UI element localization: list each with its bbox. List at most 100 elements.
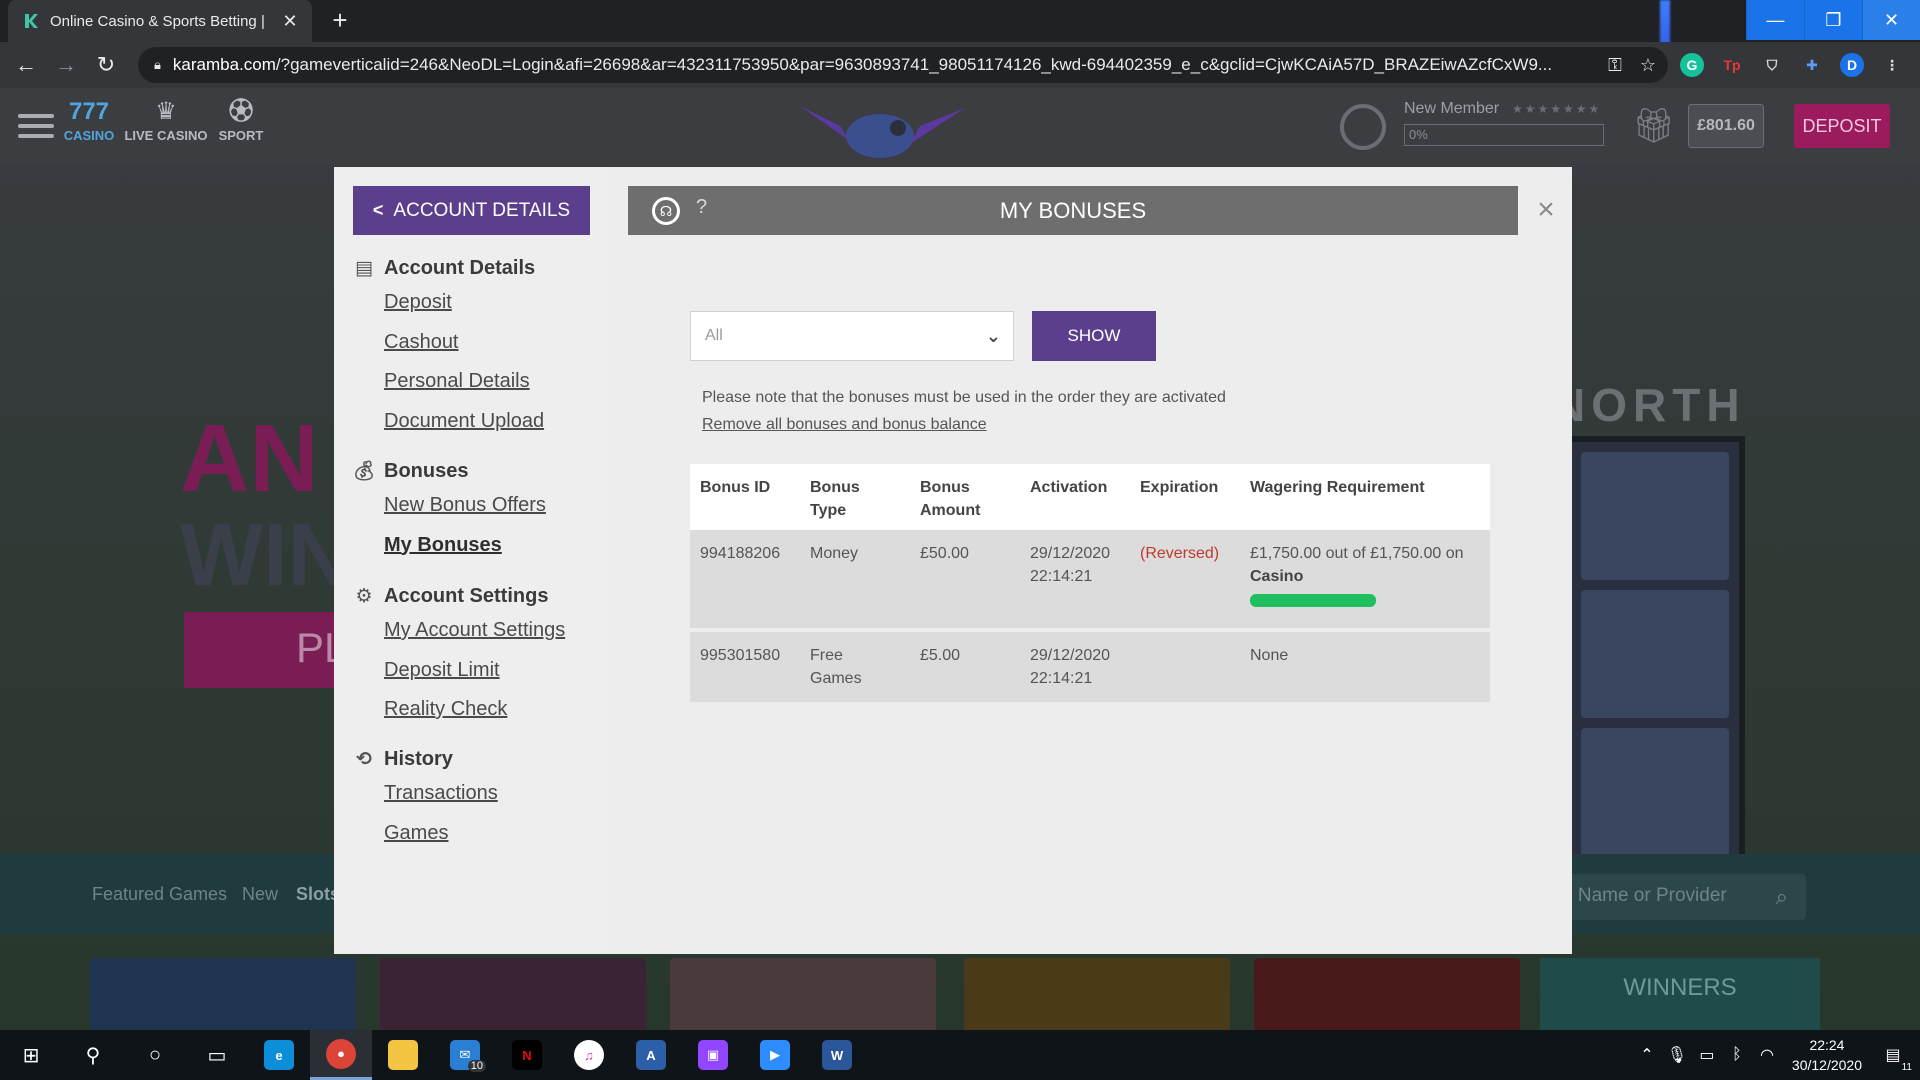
nav-casino[interactable]: 777 CASINO	[62, 96, 116, 143]
clock-date: 30/12/2020	[1791, 1057, 1862, 1073]
game-thumbnail[interactable]	[380, 958, 646, 1030]
window-controls: — ❐ ✕	[1746, 0, 1920, 40]
browser-menu-icon[interactable]: ⋮	[1880, 53, 1904, 77]
expiration-status: (Reversed)	[1140, 545, 1220, 562]
sidebar-link-new-bonus-offers[interactable]: New Bonus Offers	[384, 486, 546, 526]
back-arrow-icon[interactable]: ←	[12, 51, 40, 79]
profile-avatar[interactable]: D	[1840, 53, 1864, 77]
nav-sport[interactable]: ⚽︎ SPORT	[216, 96, 266, 143]
taskbar-edge[interactable]: e	[248, 1030, 310, 1080]
taskbar-clock[interactable]: 22:24 30/12/2020	[1792, 1035, 1862, 1075]
url-omnibox[interactable]: 🔒︎ karamba.com/?gameverticalid=246&NeoDL…	[138, 47, 1668, 83]
microphone-icon[interactable]: 🎙︎	[1662, 1045, 1692, 1065]
search-icon[interactable]: ⌕	[1776, 884, 1788, 910]
hamburger-menu-icon[interactable]	[18, 114, 54, 144]
bonuses-table: Bonus ID Bonus Type Bonus Amount Activat…	[690, 464, 1490, 702]
taskbar-zoom[interactable]: ▶	[744, 1030, 806, 1080]
sidebar-link-reality-check[interactable]: Reality Check	[384, 690, 565, 730]
sidebar-link-document-upload[interactable]: Document Upload	[384, 402, 544, 442]
sidebar-link-games[interactable]: Games	[384, 814, 498, 854]
system-tray: ⌃ 🎙︎ ▭ ᛒ ◠ 22:24 30/12/2020 ▤ 11	[1632, 1030, 1920, 1080]
notification-badge: 11	[1901, 1062, 1912, 1073]
slot-reel-image	[1565, 436, 1745, 866]
windows-start-icon[interactable]: ⊞	[0, 1030, 62, 1080]
sidebar-link-cashout[interactable]: Cashout	[384, 323, 544, 363]
game-thumbnail[interactable]	[1254, 958, 1520, 1030]
chevron-up-icon[interactable]: ⌃	[1632, 1045, 1662, 1065]
sidebar-link-my-bonuses[interactable]: My Bonuses	[384, 526, 546, 566]
key-icon[interactable]: ⚿	[1608, 55, 1622, 76]
gift-icon[interactable]: 🎁︎	[1632, 106, 1675, 146]
account-sidebar: < ACCOUNT DETAILS ▤ Account Details Depos…	[334, 167, 610, 954]
extensions-puzzle-icon[interactable]: ✚	[1800, 53, 1824, 77]
wifi-icon[interactable]: ◠	[1752, 1045, 1782, 1065]
restore-icon[interactable]: ❐	[1804, 0, 1862, 40]
reload-icon[interactable]: ↻	[92, 51, 120, 79]
parrot-logo-icon[interactable]	[780, 96, 980, 166]
modal-close-icon[interactable]: ×	[1530, 195, 1562, 227]
chrome-icon: ●	[326, 1038, 356, 1069]
forward-arrow-icon[interactable]: →	[52, 51, 80, 79]
section-heading: Account Details	[384, 256, 536, 279]
shield-extension-icon[interactable]: ⛉	[1760, 53, 1784, 77]
game-thumbnail[interactable]	[670, 958, 936, 1030]
bookmark-star-icon[interactable]: ☆	[1640, 55, 1656, 76]
tab-close-icon[interactable]: ✕	[280, 11, 300, 32]
game-thumbnail[interactable]	[964, 958, 1230, 1030]
sidebar-link-deposit[interactable]: Deposit	[384, 283, 544, 323]
taskbar-mail[interactable]: ✉ 10	[434, 1030, 496, 1080]
column-header: Activation	[1030, 479, 1108, 496]
winners-button[interactable]: WINNERS	[1540, 958, 1820, 1030]
id-card-icon: ▤	[355, 257, 373, 279]
sidebar-link-my-account-settings[interactable]: My Account Settings	[384, 611, 565, 651]
activation-date: 29/12/2020	[1030, 545, 1111, 562]
url-path: /?gameverticalid=246&NeoDL=Login&afi=266…	[275, 55, 1553, 74]
taskbar-word[interactable]: W	[806, 1030, 868, 1080]
remove-bonuses-link[interactable]: Remove all bonuses and bonus balance	[702, 416, 987, 434]
search-icon[interactable]: ⚲	[62, 1030, 124, 1080]
help-question-icon[interactable]: ?	[696, 196, 707, 219]
gear-icon: ⚙	[355, 585, 373, 607]
taskbar-itunes[interactable]: ♫	[558, 1030, 620, 1080]
activation-cell: 29/12/2020 22:14:21	[1020, 632, 1130, 702]
nav-live-casino[interactable]: ♛ LIVE CASINO	[124, 96, 208, 143]
tab-featured-games[interactable]: Featured Games	[92, 884, 227, 905]
bonus-type-line2: Games	[810, 670, 862, 687]
notification-center-icon[interactable]: ▤ 11	[1878, 1045, 1912, 1073]
tab-new[interactable]: New	[242, 884, 278, 905]
minimize-icon[interactable]: —	[1746, 0, 1804, 40]
taskbar-file-explorer[interactable]	[372, 1030, 434, 1080]
sidebar-link-transactions[interactable]: Transactions	[384, 774, 498, 814]
account-details-back-button[interactable]: < ACCOUNT DETAILS	[353, 186, 590, 235]
bonus-amount: £5.00	[920, 647, 961, 664]
sidebar-link-deposit-limit[interactable]: Deposit Limit	[384, 651, 565, 691]
taskbar-chrome[interactable]: ●	[310, 1030, 372, 1080]
battery-icon[interactable]: ▭	[1692, 1045, 1722, 1065]
table-row: 994188206 Money £50.00 29/12/2020 22:14:…	[690, 530, 1490, 628]
new-tab-icon[interactable]: +	[326, 7, 354, 35]
lock-icon[interactable]: 🔒︎	[154, 57, 161, 73]
bluetooth-icon[interactable]: ᛒ	[1722, 1046, 1752, 1064]
netflix-icon: N	[512, 1040, 542, 1070]
cortana-icon[interactable]: ○	[124, 1030, 186, 1080]
taskbar-netflix[interactable]: N	[496, 1030, 558, 1080]
sidebar-link-personal-details[interactable]: Personal Details	[384, 362, 544, 402]
balance-display[interactable]: £801.60	[1688, 104, 1764, 148]
taskbar-awr[interactable]: A	[620, 1030, 682, 1080]
show-button[interactable]: SHOW	[1032, 311, 1156, 361]
bonus-filter-select[interactable]: All ⌄	[690, 311, 1014, 361]
bonus-id: 994188206	[700, 545, 781, 562]
game-thumbnail[interactable]	[90, 958, 356, 1030]
window-close-icon[interactable]: ✕	[1862, 0, 1920, 40]
browser-tab[interactable]: Online Casino & Sports Betting | ✕	[8, 0, 312, 42]
bonus-type-line1: Free	[810, 647, 843, 664]
taskbar-twitch[interactable]: ▣	[682, 1030, 744, 1080]
karamba-favicon-icon	[25, 14, 38, 28]
header-deposit-button[interactable]: DEPOSIT	[1794, 104, 1890, 148]
support-headset-icon[interactable]: ☊	[652, 197, 680, 225]
grammarly-extension-icon[interactable]: G	[1680, 53, 1704, 77]
url-text[interactable]: karamba.com/?gameverticalid=246&NeoDL=Lo…	[173, 55, 1590, 75]
task-view-icon[interactable]: ▭	[186, 1030, 248, 1080]
wagering-cell: £1,750.00 out of £1,750.00 on Casino	[1240, 530, 1490, 628]
tp-extension-icon[interactable]: Tp	[1720, 53, 1744, 77]
